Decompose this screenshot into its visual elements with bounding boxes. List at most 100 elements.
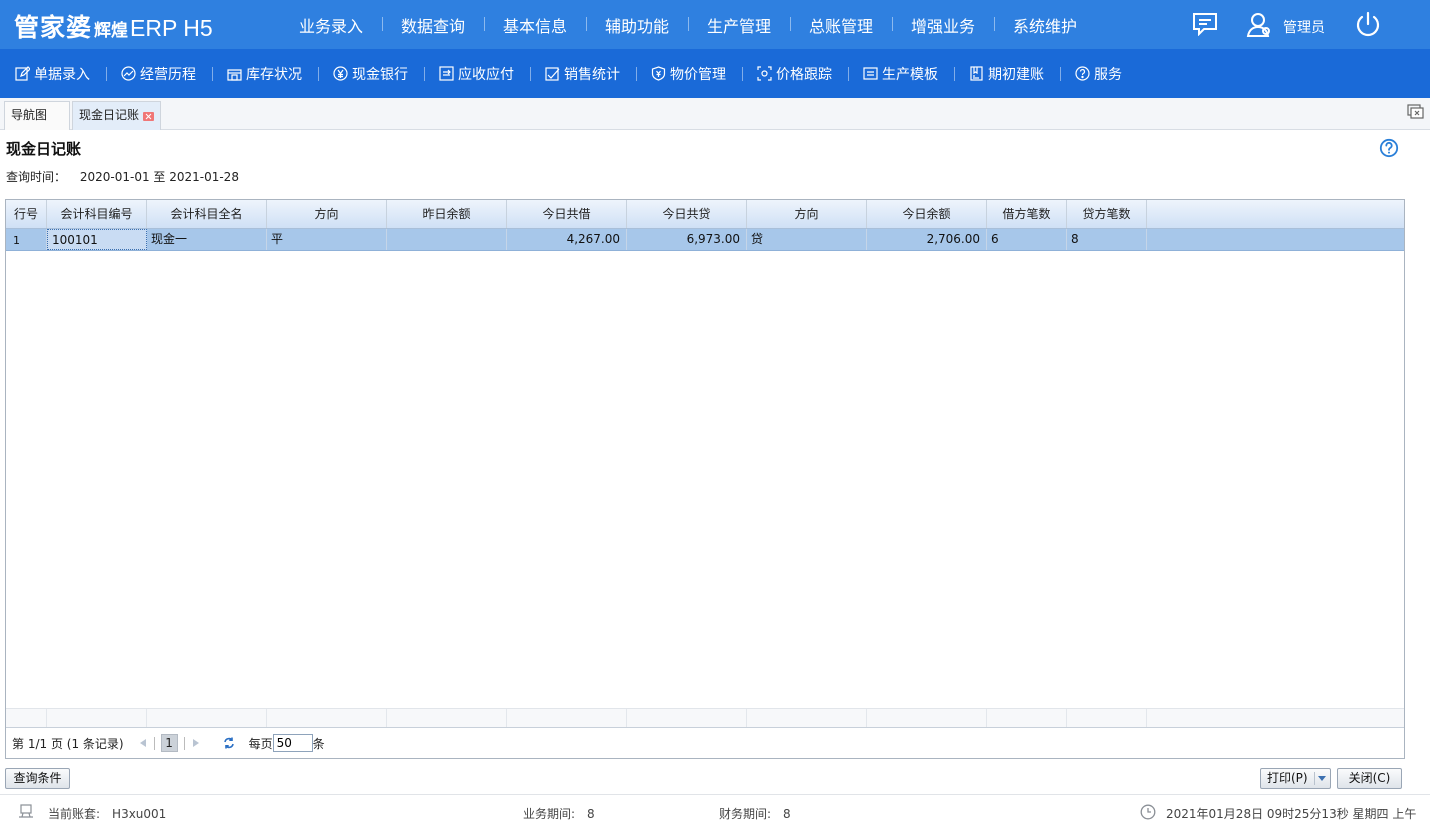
quick-nav-receivable-payable[interactable]: 应收应付 <box>424 49 530 98</box>
previous-page-icon[interactable] <box>138 738 148 748</box>
column-header-row-no[interactable]: 行号 <box>6 200 47 228</box>
quick-nav-label: 销售统计 <box>564 66 620 83</box>
summary-cell <box>747 709 867 727</box>
finance-period-label: 财务期间: <box>719 807 772 821</box>
column-header-prev-balance[interactable]: 昨日余额 <box>387 200 507 228</box>
column-header-direction[interactable]: 方向 <box>267 200 387 228</box>
tab-navigation-map[interactable]: 导航图 <box>4 101 70 130</box>
cash-journal-grid: 行号 会计科目编号 会计科目全名 方向 昨日余额 今日共借 今日共贷 方向 今日… <box>5 199 1405 759</box>
summary-cell <box>47 709 147 727</box>
main-nav-auxiliary[interactable]: 辅助功能 <box>586 13 688 37</box>
quick-nav-label: 单据录入 <box>34 66 90 83</box>
column-header-today-credit[interactable]: 今日共贷 <box>627 200 747 228</box>
column-header-today-balance[interactable]: 今日余额 <box>867 200 987 228</box>
cell-today-credit[interactable]: 6,973.00 <box>627 229 747 250</box>
user-name[interactable]: 管理员 <box>1283 17 1325 37</box>
main-nav-enhanced[interactable]: 增强业务 <box>892 13 994 37</box>
main-nav-system[interactable]: 系统维护 <box>994 13 1096 37</box>
quick-nav-price-tracking[interactable]: 价格跟踪 <box>742 49 848 98</box>
next-page-icon[interactable] <box>191 738 201 748</box>
table-row[interactable]: 1 100101 现金一 平 4,267.00 6,973.00 贷 2,706… <box>6 229 1404 251</box>
summary-cell <box>1067 709 1147 727</box>
summary-cell <box>147 709 267 727</box>
cell-credit-count[interactable]: 8 <box>1067 229 1147 250</box>
grid-summary-row <box>6 708 1404 728</box>
power-icon[interactable] <box>1355 11 1381 37</box>
chevron-down-icon[interactable] <box>1318 776 1326 781</box>
query-time: 查询时间： 2020-01-01 至 2021-01-28 <box>6 168 239 185</box>
quick-nav-production-template[interactable]: 生产模板 <box>848 49 954 98</box>
cell-debit-count[interactable]: 6 <box>987 229 1067 250</box>
column-header-balance-direction[interactable]: 方向 <box>747 200 867 228</box>
logo-product: ERP H5 <box>130 15 213 41</box>
per-page-input[interactable] <box>272 734 313 752</box>
main-nav: 业务录入 数据查询 基本信息 辅助功能 生产管理 总账管理 增强业务 系统维护 <box>280 0 1096 49</box>
summary-cell <box>6 709 47 727</box>
column-header-account-code[interactable]: 会计科目编号 <box>47 200 147 228</box>
template-icon <box>863 67 878 80</box>
column-header-today-debit[interactable]: 今日共借 <box>507 200 627 228</box>
quick-nav-document-entry[interactable]: 单据录入 <box>0 49 106 98</box>
grid-header: 行号 会计科目编号 会计科目全名 方向 昨日余额 今日共借 今日共贷 方向 今日… <box>6 200 1404 229</box>
quick-nav-sales-stats[interactable]: 销售统计 <box>530 49 636 98</box>
quick-nav-cash-bank[interactable]: 现金银行 <box>318 49 424 98</box>
user-icon[interactable] <box>1246 12 1272 38</box>
summary-cell <box>627 709 747 727</box>
quick-nav-label: 生产模板 <box>882 66 938 83</box>
cell-account-code[interactable]: 100101 <box>47 229 147 250</box>
main-nav-basic-info[interactable]: 基本信息 <box>484 13 586 37</box>
current-datetime: 2021年01月28日 09时25分13秒 星期四 上午 <box>1166 807 1417 821</box>
business-period-value: 8 <box>587 807 595 821</box>
quick-nav-label: 价格跟踪 <box>776 66 832 83</box>
refresh-icon[interactable] <box>223 737 235 749</box>
column-header-credit-count[interactable]: 贷方笔数 <box>1067 200 1147 228</box>
top-header: 管家婆 辉煌 ERP H5 业务录入 数据查询 基本信息 辅助功能 生产管理 总… <box>0 0 1430 49</box>
app-logo: 管家婆 辉煌 ERP H5 <box>14 8 213 44</box>
cell-today-debit[interactable]: 4,267.00 <box>507 229 627 250</box>
quick-nav-label: 期初建账 <box>988 66 1044 83</box>
help-icon[interactable] <box>1379 138 1399 158</box>
quick-nav-label: 物价管理 <box>670 66 726 83</box>
current-page-button[interactable]: 1 <box>160 734 178 752</box>
computer-icon <box>19 804 33 818</box>
main-nav-production[interactable]: 生产管理 <box>688 13 790 37</box>
quick-nav-label: 现金银行 <box>352 66 408 83</box>
current-account: 当前账套: H3xu001 <box>48 805 166 822</box>
pager-divider <box>183 736 185 750</box>
cell-balance-direction[interactable]: 贷 <box>747 229 867 250</box>
quick-nav-opening-setup[interactable]: 期初建账 <box>954 49 1060 98</box>
main-nav-general-ledger[interactable]: 总账管理 <box>790 13 892 37</box>
print-button[interactable]: 打印(P) <box>1260 768 1331 789</box>
quick-nav-service[interactable]: 服务 <box>1060 49 1138 98</box>
sales-icon <box>545 67 560 81</box>
quick-nav-inventory[interactable]: 库存状况 <box>212 49 318 98</box>
clock-icon <box>1140 804 1156 820</box>
cell-direction[interactable]: 平 <box>267 229 387 250</box>
warehouse-icon <box>227 69 242 81</box>
cell-today-balance[interactable]: 2,706.00 <box>867 229 987 250</box>
quick-nav-business-history[interactable]: 经营历程 <box>106 49 212 98</box>
message-icon[interactable] <box>1192 12 1218 36</box>
close-button[interactable]: 关闭(C) <box>1337 768 1402 789</box>
pager-divider <box>153 736 155 750</box>
column-header-debit-count[interactable]: 借方笔数 <box>987 200 1067 228</box>
column-header-account-name[interactable]: 会计科目全名 <box>147 200 267 228</box>
current-account-label: 当前账套: <box>48 807 101 821</box>
cell-row-no: 1 <box>6 229 47 250</box>
summary-cell <box>987 709 1067 727</box>
close-tab-icon[interactable] <box>143 112 154 121</box>
quick-nav-price-management[interactable]: 物价管理 <box>636 49 742 98</box>
tab-cash-journal[interactable]: 现金日记账 <box>72 101 161 130</box>
quick-toolbar: 单据录入 经营历程 库存状况 现金银行 应收应付 销售统计 物价管理 价格跟踪 <box>0 49 1430 98</box>
per-page-label: 每页 <box>248 736 273 751</box>
close-all-tabs-icon[interactable] <box>1407 104 1425 120</box>
cell-account-name[interactable]: 现金一 <box>147 229 267 250</box>
main-nav-business-entry[interactable]: 业务录入 <box>280 13 382 37</box>
cell-prev-balance[interactable] <box>387 229 507 250</box>
logo-main: 管家婆 <box>14 13 93 42</box>
tab-bar: 导航图 现金日记账 <box>0 98 1430 130</box>
main-nav-data-query[interactable]: 数据查询 <box>382 13 484 37</box>
page-title: 现金日记账 <box>6 140 82 158</box>
trend-icon <box>121 66 136 81</box>
query-conditions-button[interactable]: 查询条件 <box>5 768 70 789</box>
